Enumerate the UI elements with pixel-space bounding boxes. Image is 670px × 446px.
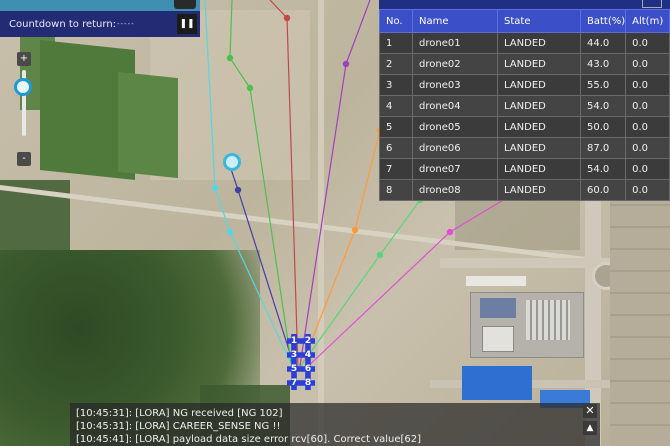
cell-batt: 44.0 (579, 32, 627, 54)
cell-name: drone08 (412, 179, 498, 201)
cell-no: 2 (379, 53, 413, 75)
close-icon: ✕ (585, 404, 595, 417)
cell-state: LANDED (497, 116, 581, 138)
log-close-button[interactable]: ✕ (583, 404, 597, 418)
cell-alt: 0.0 (625, 74, 670, 96)
drone-panel-toggle-button[interactable] (642, 0, 662, 8)
drone-status-table: No. Name State Batt(%) Alt(m) 1 drone01 LA… (379, 9, 670, 201)
waypoint-drone04[interactable] (226, 228, 234, 236)
cell-batt: 54.0 (579, 158, 627, 180)
table-row[interactable]: 7 drone07 LANDED 54.0 0.0 (379, 158, 670, 180)
cell-alt: 0.0 (625, 53, 670, 75)
cell-alt: 0.0 (625, 95, 670, 117)
table-row[interactable]: 2 drone02 LANDED 43.0 0.0 (379, 53, 670, 75)
cell-alt: 0.0 (625, 137, 670, 159)
cell-no: 6 (379, 137, 413, 159)
cell-state: LANDED (497, 179, 581, 201)
cell-no: 5 (379, 116, 413, 138)
waypoint-drone03[interactable] (446, 228, 454, 236)
cell-name: drone01 (412, 32, 498, 54)
zoom-out-button[interactable]: - (17, 152, 31, 166)
waypoint-drone06[interactable] (226, 54, 234, 62)
cell-name: drone07 (412, 158, 498, 180)
cell-state: LANDED (497, 53, 581, 75)
drone-status-panel: No. Name State Batt(%) Alt(m) 1 drone01 LA… (379, 0, 670, 201)
table-row[interactable]: 6 drone06 LANDED 87.0 0.0 (379, 137, 670, 159)
triangle-up-icon: ▲ (586, 423, 594, 433)
countdown-value: ----- (117, 20, 135, 28)
log-scroll-up-button[interactable]: ▲ (583, 421, 597, 435)
cell-batt: 50.0 (579, 116, 627, 138)
cell-state: LANDED (497, 32, 581, 54)
log-line: [10:45:31]: [LORA] NG received [NG 102] (76, 408, 283, 419)
cell-state: LANDED (497, 95, 581, 117)
table-row[interactable]: 1 drone01 LANDED 44.0 0.0 (379, 32, 670, 54)
table-header-row: No. Name State Batt(%) Alt(m) (379, 9, 670, 33)
column-header-no[interactable]: No. (379, 9, 413, 33)
cell-no: 7 (379, 158, 413, 180)
cell-no: 1 (379, 32, 413, 54)
cell-alt: 0.0 (625, 179, 670, 201)
waypoint-drone06[interactable] (246, 84, 254, 92)
cell-state: LANDED (497, 137, 581, 159)
table-row[interactable]: 4 drone04 LANDED 54.0 0.0 (379, 95, 670, 117)
cell-no: 4 (379, 95, 413, 117)
cell-state: LANDED (497, 74, 581, 96)
zoom-slider-knob[interactable] (14, 78, 32, 96)
drone-panel-header (379, 0, 670, 9)
cell-batt: 54.0 (579, 95, 627, 117)
waypoint-drone01[interactable] (351, 226, 359, 234)
cell-batt: 43.0 (579, 53, 627, 75)
cell-name: drone06 (412, 137, 498, 159)
route-line-drone06 (229, 0, 293, 369)
cell-batt: 87.0 (579, 137, 627, 159)
cell-batt: 60.0 (579, 179, 627, 201)
cell-no: 3 (379, 74, 413, 96)
cell-name: drone05 (412, 116, 498, 138)
table-row[interactable]: 3 drone03 LANDED 55.0 0.0 (379, 74, 670, 96)
cell-name: drone02 (412, 53, 498, 75)
column-header-state[interactable]: State (497, 9, 581, 33)
column-header-batt[interactable]: Batt(%) (579, 9, 627, 33)
column-header-alt[interactable]: Alt(m) (625, 9, 670, 33)
cell-batt: 55.0 (579, 74, 627, 96)
cell-alt: 0.0 (625, 116, 670, 138)
waypoint-drone04[interactable] (211, 184, 219, 192)
home-marker[interactable] (223, 153, 241, 171)
mission-header-bar (0, 0, 200, 11)
table-row[interactable]: 8 drone08 LANDED 60.0 0.0 (379, 179, 670, 201)
cell-name: drone03 (412, 74, 498, 96)
pause-icon: ❚❚ (179, 19, 195, 29)
header-toggle-button[interactable] (174, 0, 196, 9)
waypoint-drone05[interactable] (234, 186, 242, 194)
zoom-in-button[interactable]: + (17, 52, 31, 66)
log-panel: [10:45:31]: [LORA] NG received [NG 102] … (70, 403, 600, 446)
waypoint-drone08[interactable] (342, 60, 350, 68)
cell-name: drone04 (412, 95, 498, 117)
log-line: [10:45:31]: [LORA] CAREER_SENSE NG !! (76, 421, 281, 432)
pause-button[interactable]: ❚❚ (177, 14, 197, 34)
cell-alt: 0.0 (625, 32, 670, 54)
route-line-drone04 (204, 0, 295, 371)
route-line-drone08 (299, 0, 371, 367)
waypoint-drone07[interactable] (283, 14, 291, 22)
cell-alt: 0.0 (625, 158, 670, 180)
log-line: [10:45:41]: [LORA] payload data size err… (76, 434, 422, 445)
countdown-label: Countdown to return: (9, 18, 117, 30)
column-header-name[interactable]: Name (412, 9, 498, 33)
countdown-panel: Countdown to return: ----- ❚❚ (0, 11, 200, 37)
waypoint-drone02[interactable] (376, 251, 384, 259)
cell-no: 8 (379, 179, 413, 201)
cell-state: LANDED (497, 158, 581, 180)
table-row[interactable]: 5 drone05 LANDED 50.0 0.0 (379, 116, 670, 138)
